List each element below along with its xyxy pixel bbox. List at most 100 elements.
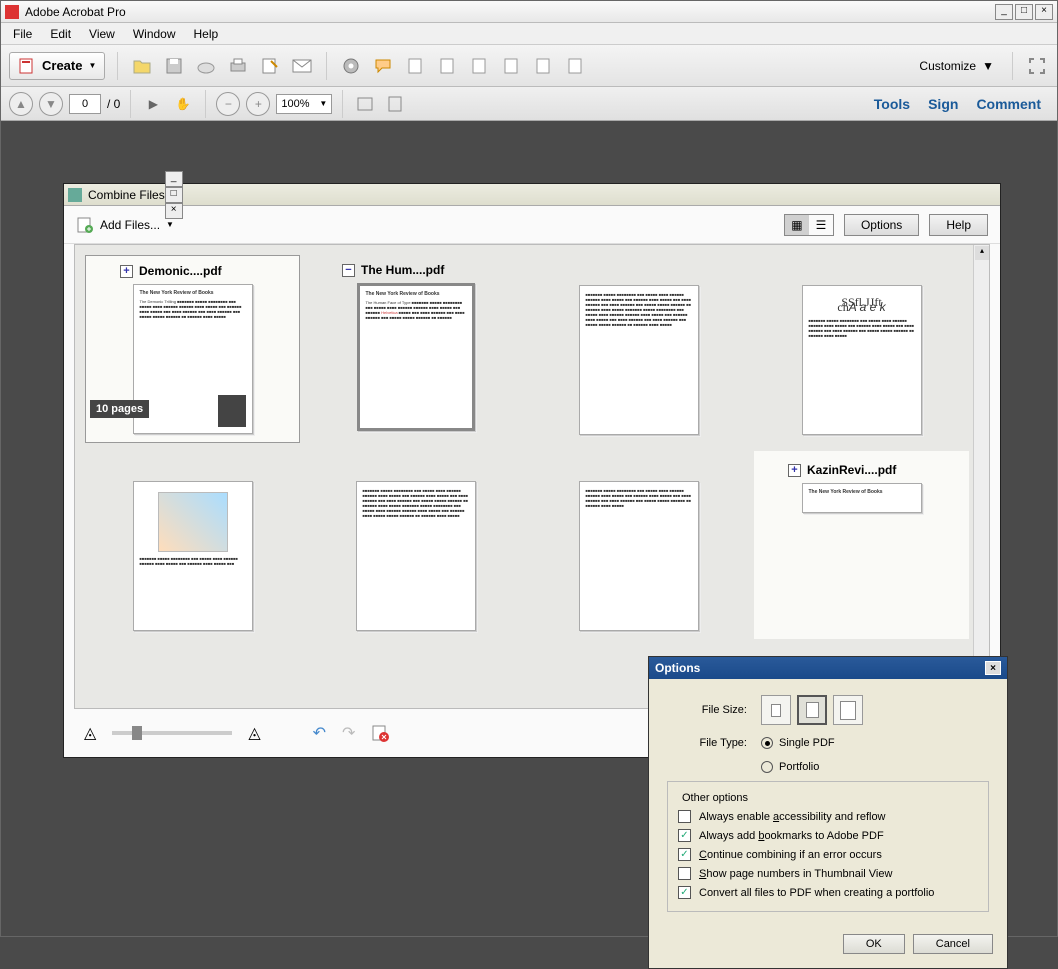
combine-icon xyxy=(68,188,82,202)
dialog-close-button[interactable]: × xyxy=(985,661,1001,675)
continue-error-checkbox[interactable]: ✓ xyxy=(678,848,691,861)
prev-page-button[interactable]: ▲ xyxy=(9,92,33,116)
mail-icon[interactable] xyxy=(290,54,314,78)
size-large-button[interactable] xyxy=(833,695,863,725)
toolbar-main: Create ▼ Customize ▼ xyxy=(1,45,1057,87)
size-small-button[interactable] xyxy=(761,695,791,725)
help-button[interactable]: Help xyxy=(929,214,988,236)
menubar: File Edit View Window Help xyxy=(1,23,1057,45)
ok-button[interactable]: OK xyxy=(843,934,905,954)
select-icon[interactable]: ▶ xyxy=(141,92,165,116)
menu-window[interactable]: Window xyxy=(125,25,184,43)
maximize-button[interactable]: □ xyxy=(1015,4,1033,20)
file-item[interactable]: ■■■■■■■ ■■■■■ ■■■■■■■■ ■■■ ■■■■■ ■■■■ ■■… xyxy=(308,451,523,639)
collapse-icon[interactable]: − xyxy=(342,264,355,277)
scrollbar[interactable]: ▴ xyxy=(973,245,989,708)
file-item[interactable]: ■■■■■■■ ■■■■■ ■■■■■■■■ ■■■ ■■■■■ ■■■■ ■■… xyxy=(85,451,300,639)
page-thumbnail[interactable]: The New York Review of Books The Demonic… xyxy=(133,284,253,434)
list-view-button[interactable]: ☰ xyxy=(809,215,833,235)
menu-help[interactable]: Help xyxy=(186,25,227,43)
create-button[interactable]: Create ▼ xyxy=(9,52,105,80)
hand-icon[interactable]: ✋ xyxy=(171,92,195,116)
page-thumbnail[interactable]: The New York Review of Books xyxy=(802,483,922,513)
minimize-button[interactable]: _ xyxy=(995,4,1013,20)
print-icon[interactable] xyxy=(226,54,250,78)
page-thumbnail[interactable]: ■■■■■■■ ■■■■■ ■■■■■■■■ ■■■ ■■■■■ ■■■■ ■■… xyxy=(579,285,699,435)
undo-icon[interactable]: ↶ xyxy=(313,723,326,743)
add-files-button[interactable]: Add Files... ▼ xyxy=(76,216,174,234)
acrobat-icon xyxy=(5,5,19,19)
page-icon-6[interactable] xyxy=(563,54,587,78)
page-icon-2[interactable] xyxy=(435,54,459,78)
comment-link[interactable]: Comment xyxy=(976,96,1041,112)
zoom-in-button[interactable]: + xyxy=(246,92,270,116)
view-toggle[interactable]: ▦ ☰ xyxy=(784,214,834,236)
size-medium-button[interactable] xyxy=(797,695,827,725)
fit-page-icon[interactable] xyxy=(383,92,407,116)
close-button[interactable]: × xyxy=(1035,4,1053,20)
page-thumbnail[interactable]: ■■■■■■■ ■■■■■ ■■■■■■■■ ■■■ ■■■■■ ■■■■ ■■… xyxy=(133,481,253,631)
dropdown-icon: ▼ xyxy=(982,59,994,73)
sign-link[interactable]: Sign xyxy=(928,96,958,112)
file-label: The Hum....pdf xyxy=(361,263,444,277)
cancel-button[interactable]: Cancel xyxy=(913,934,993,954)
page-icon-5[interactable] xyxy=(531,54,555,78)
delete-icon[interactable] xyxy=(371,724,389,742)
menu-file[interactable]: File xyxy=(5,25,40,43)
customize-button[interactable]: Customize ▼ xyxy=(913,57,1000,75)
convert-portfolio-checkbox[interactable]: ✓ xyxy=(678,886,691,899)
thumbnail-size-slider[interactable] xyxy=(112,731,232,735)
thumbnail-view-button[interactable]: ▦ xyxy=(785,215,809,235)
file-item[interactable]: SSfl JJft chA a e k ■■■■■■■ ■■■■■ ■■■■■■… xyxy=(754,255,969,443)
file-label: KazinRevi....pdf xyxy=(807,463,896,477)
chk-label: Continue combining if an error occurs xyxy=(699,849,882,861)
file-item[interactable]: ■■■■■■■ ■■■■■ ■■■■■■■■ ■■■ ■■■■■ ■■■■ ■■… xyxy=(531,451,746,639)
page-thumbnail[interactable]: ■■■■■■■ ■■■■■ ■■■■■■■■ ■■■ ■■■■■ ■■■■ ■■… xyxy=(579,481,699,631)
expand-icon[interactable]: + xyxy=(788,464,801,477)
menu-view[interactable]: View xyxy=(81,25,123,43)
combine-titlebar: Combine Files _ □ × xyxy=(64,184,1000,206)
bookmarks-checkbox[interactable]: ✓ xyxy=(678,829,691,842)
comment-icon[interactable] xyxy=(371,54,395,78)
file-item[interactable]: ■■■■■■■ ■■■■■ ■■■■■■■■ ■■■ ■■■■■ ■■■■ ■■… xyxy=(531,255,746,443)
gear-icon[interactable] xyxy=(339,54,363,78)
fit-icon[interactable] xyxy=(353,92,377,116)
portfolio-radio[interactable] xyxy=(761,761,773,773)
scroll-up-button[interactable]: ▴ xyxy=(975,246,989,260)
show-page-numbers-checkbox[interactable] xyxy=(678,867,691,880)
open-icon[interactable] xyxy=(130,54,154,78)
fullscreen-icon[interactable] xyxy=(1025,54,1049,78)
next-page-button[interactable]: ▼ xyxy=(39,92,63,116)
expand-icon[interactable]: + xyxy=(120,265,133,278)
tools-link[interactable]: Tools xyxy=(874,96,910,112)
cloud-icon[interactable] xyxy=(194,54,218,78)
file-size-label: File Size: xyxy=(667,704,747,716)
combine-minimize-button[interactable]: _ xyxy=(165,171,183,187)
page-thumbnail[interactable]: The New York Review of Books The Human F… xyxy=(357,283,475,431)
page-icon[interactable] xyxy=(403,54,427,78)
options-button[interactable]: Options xyxy=(844,214,919,236)
page-input[interactable] xyxy=(69,94,101,114)
zoom-out-button[interactable]: − xyxy=(216,92,240,116)
single-pdf-label: Single PDF xyxy=(779,737,835,749)
zoom-out-small-icon[interactable]: ◬ xyxy=(84,723,96,743)
page-thumbnail[interactable]: SSfl JJft chA a e k ■■■■■■■ ■■■■■ ■■■■■■… xyxy=(802,285,922,435)
page-icon-4[interactable] xyxy=(499,54,523,78)
options-dialog: Options × File Size: File Type: Single P… xyxy=(648,656,1008,969)
page-thumbnail[interactable]: ■■■■■■■ ■■■■■ ■■■■■■■■ ■■■ ■■■■■ ■■■■ ■■… xyxy=(356,481,476,631)
save-icon[interactable] xyxy=(162,54,186,78)
combine-maximize-button[interactable]: □ xyxy=(165,187,183,203)
zoom-input[interactable]: 100%▼ xyxy=(276,94,332,114)
page-icon-3[interactable] xyxy=(467,54,491,78)
redo-icon[interactable]: ↷ xyxy=(342,723,355,743)
create-pdf-icon xyxy=(18,57,36,75)
file-item[interactable]: + KazinRevi....pdf The New York Review o… xyxy=(754,451,969,639)
edit-icon[interactable] xyxy=(258,54,282,78)
menu-edit[interactable]: Edit xyxy=(42,25,79,43)
zoom-in-small-icon[interactable]: ◬ xyxy=(248,723,260,743)
single-pdf-radio[interactable] xyxy=(761,737,773,749)
file-item[interactable]: + Demonic....pdf The New York Review of … xyxy=(85,255,300,443)
accessibility-checkbox[interactable] xyxy=(678,810,691,823)
file-item[interactable]: − The Hum....pdf The New York Review of … xyxy=(308,255,523,443)
other-options-group: Other options Always enable accessibilit… xyxy=(667,781,989,912)
